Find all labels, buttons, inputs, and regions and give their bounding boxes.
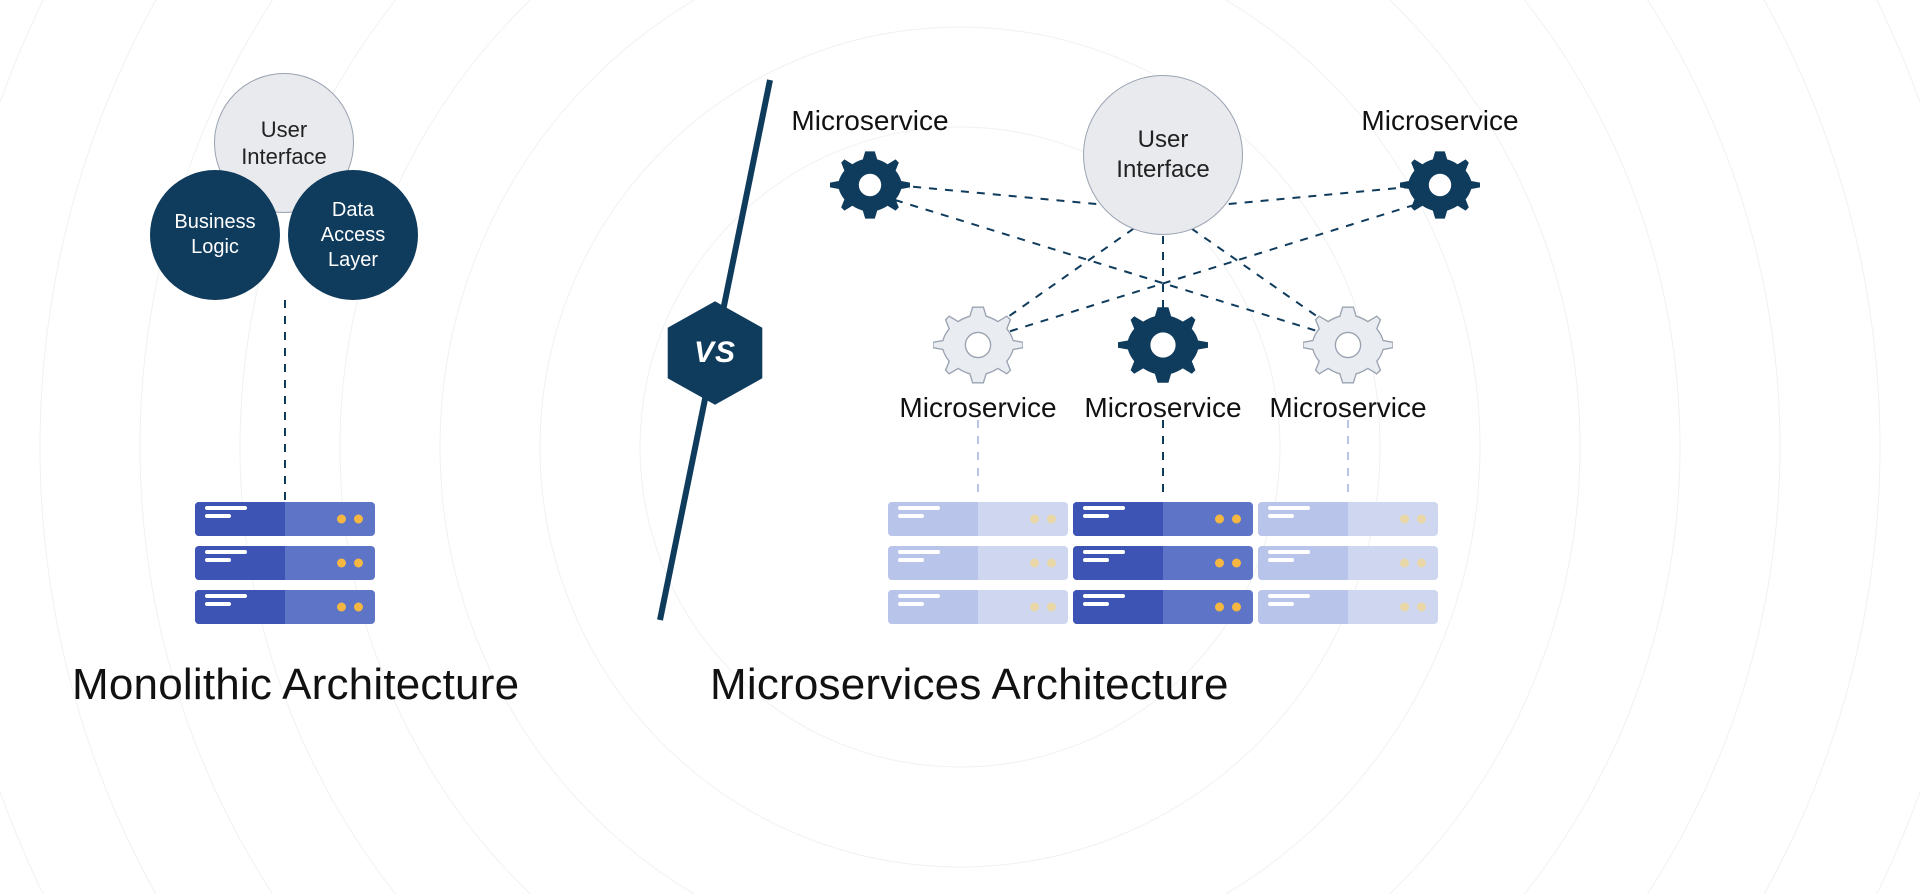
server-unit: [195, 546, 375, 580]
gear-icon: [1400, 145, 1480, 225]
monolith-business-circle: BusinessLogic: [150, 170, 280, 300]
vs-badge: VS: [660, 298, 770, 408]
monolith-data-label: DataAccessLayer: [321, 198, 385, 273]
server-unit: [195, 502, 375, 536]
micro-server-stack-center: [1073, 502, 1253, 624]
server-unit: [1073, 546, 1253, 580]
monolith-data-circle: DataAccessLayer: [288, 170, 418, 300]
gear-icon: [1303, 300, 1393, 390]
microservice-label: Microservice: [899, 392, 1056, 424]
server-unit: [1258, 502, 1438, 536]
micro-server-stack-left: [888, 502, 1068, 624]
server-unit: [1073, 590, 1253, 624]
server-unit: [888, 546, 1068, 580]
micro-title: Microservices Architecture: [710, 660, 1229, 710]
micro-server-stack-right: [1258, 502, 1438, 624]
microservice-label: Microservice: [1084, 392, 1241, 424]
server-unit: [1258, 546, 1438, 580]
server-unit: [888, 590, 1068, 624]
micro-ui-label: UserInterface: [1116, 125, 1209, 185]
monolith-business-label: BusinessLogic: [174, 210, 255, 260]
monolith-title: Monolithic Architecture: [72, 660, 519, 710]
gear-icon: [1118, 300, 1208, 390]
microservice-label: Microservice: [791, 105, 948, 137]
server-unit: [888, 502, 1068, 536]
monolith-ui-label: UserInterface: [241, 116, 327, 171]
server-unit: [195, 590, 375, 624]
micro-ui-circle: UserInterface: [1083, 75, 1243, 235]
server-unit: [1258, 590, 1438, 624]
gear-icon: [933, 300, 1023, 390]
microservice-label: Microservice: [1361, 105, 1518, 137]
gear-icon: [830, 145, 910, 225]
monolith-server-stack: [195, 502, 375, 624]
vs-label: VS: [694, 336, 736, 370]
microservice-label: Microservice: [1269, 392, 1426, 424]
server-unit: [1073, 502, 1253, 536]
